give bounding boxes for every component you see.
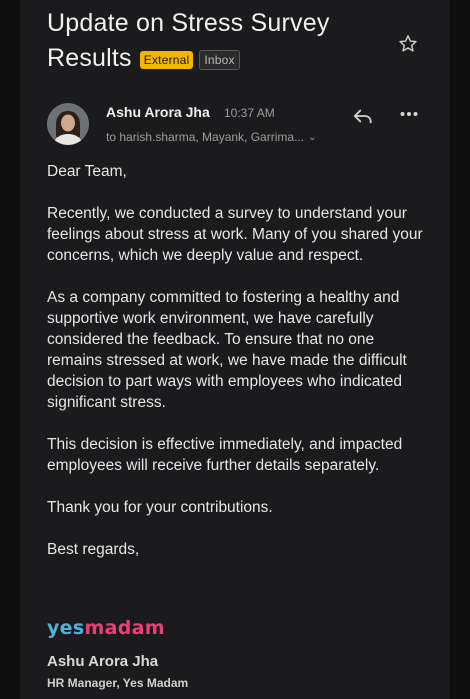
external-label-badge[interactable]: External xyxy=(139,50,194,69)
thanks-line: Thank you for your contributions. xyxy=(47,499,273,516)
sender-avatar[interactable] xyxy=(47,103,89,145)
company-logo: yesmadam xyxy=(47,617,165,639)
subject-line-2-row: Results External Inbox xyxy=(47,41,427,76)
reply-icon[interactable] xyxy=(352,106,374,126)
star-icon[interactable] xyxy=(397,33,419,55)
email-subject: Update on Stress Survey Results External… xyxy=(47,6,427,76)
screen-edge-right xyxy=(450,0,470,699)
recipients-toggle[interactable]: to harish.sharma, Mayank, Garrima... ⌄ xyxy=(106,130,316,144)
sent-time: 10:37 AM xyxy=(224,106,275,120)
subject-line-2: Results xyxy=(47,44,132,72)
greeting: Dear Team, xyxy=(47,163,127,180)
chevron-down-icon: ⌄ xyxy=(308,132,317,143)
logo-text-yes: yes xyxy=(47,617,85,639)
body-paragraph-3: This decision is effective immediately, … xyxy=(47,436,403,474)
inbox-label-badge[interactable]: Inbox xyxy=(199,49,240,70)
body-paragraph-1: Recently, we conducted a survey to under… xyxy=(47,205,423,264)
signature-name: Ashu Arora Jha xyxy=(47,653,159,670)
screen-edge-left xyxy=(0,0,20,699)
body-paragraph-2: As a company committed to fostering a he… xyxy=(47,289,407,411)
logo-text-madam: madam xyxy=(84,617,165,639)
subject-line-1: Update on Stress Survey xyxy=(47,9,330,37)
recipients-text: to harish.sharma, Mayank, Garrima... xyxy=(106,130,305,144)
sender-row: Ashu Arora Jha 10:37 AM to harish.sharma… xyxy=(47,103,427,148)
email-body: Dear Team, Recently, we conducted a surv… xyxy=(47,161,427,560)
signature-title: HR Manager, Yes Madam xyxy=(47,676,189,690)
email-header: Update on Stress Survey Results External… xyxy=(47,6,427,76)
sender-name[interactable]: Ashu Arora Jha xyxy=(106,104,210,120)
closing-line: Best regards, xyxy=(47,541,140,558)
more-vert-icon[interactable] xyxy=(399,104,419,124)
